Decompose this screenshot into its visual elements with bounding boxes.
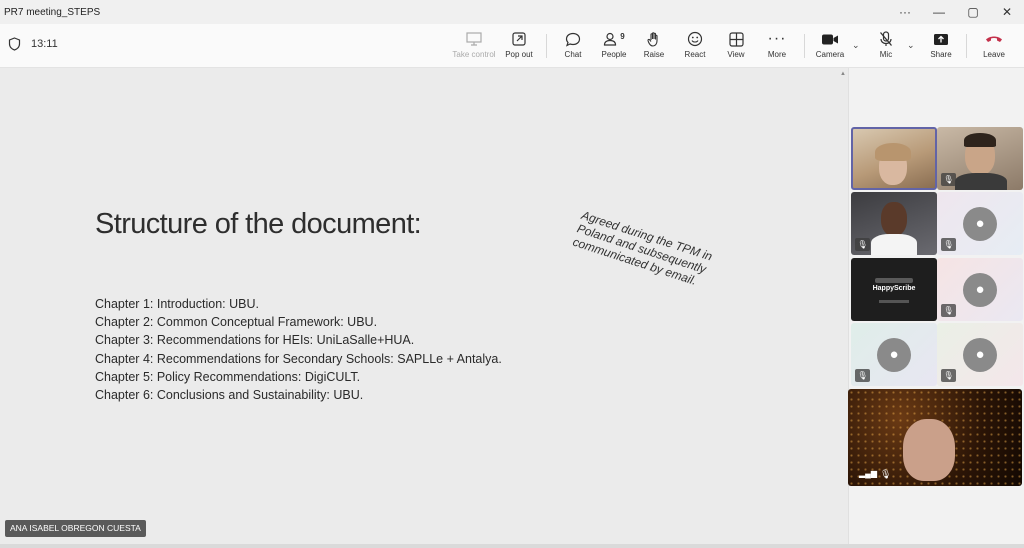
participant-avatar-tile[interactable]: ● 🎙︎ [937,192,1023,255]
camera-icon [821,28,839,50]
scroll-indicator: ▲ [840,71,846,77]
chat-icon [565,28,581,50]
pop-out-button[interactable]: Pop out [502,28,536,66]
raise-hand-button[interactable]: Raise [640,28,668,66]
meeting-toolbar: 13:11 Take control Pop out Chat 9 People… [0,24,1024,68]
shield-icon [8,37,21,51]
people-count: 9 [620,31,625,41]
mic-options-chevron-down-icon[interactable]: ⌄ [907,40,915,51]
window-title: PR7 meeting_STEPS [4,6,101,18]
toolbar-divider [966,34,967,58]
mic-muted-icon: 🎙︎ [880,469,892,479]
participant-avatar-tile[interactable]: ● 🎙︎ [851,323,937,386]
react-button[interactable]: React [680,28,710,66]
list-item: Chapter 4: Recommendations for Secondary… [95,351,502,366]
person-icon: ● [877,337,911,372]
list-item: Chapter 3: Recommendations for HEIs: Uni… [95,333,415,348]
mic-button[interactable]: Mic [872,28,900,66]
mic-muted-icon: 🎙︎ [941,238,956,251]
mic-muted-icon: 🎙︎ [941,304,956,317]
person-icon: ● [963,337,997,372]
mic-muted-icon [879,28,893,50]
participant-face [903,419,955,481]
hang-up-icon [985,28,1003,50]
minimize-button[interactable]: — [922,0,956,24]
window-bottom-edge [0,544,1024,548]
camera-button[interactable]: Camera [814,28,846,66]
participant-avatar-tile[interactable]: ● 🎙︎ [937,258,1023,321]
share-button[interactable]: Share [926,28,956,66]
meeting-timer: 13:11 [31,38,58,50]
chapter-list: Chapter 1: Introduction: UBU. Chapter 2:… [95,295,502,404]
list-item: Chapter 5: Policy Recommendations: DigiC… [95,369,361,384]
toolbar-divider [804,34,805,58]
slide-title: Structure of the document: [95,208,422,240]
slide-note: Agreed during the TPM in Poland and subs… [571,208,715,288]
view-button[interactable]: View [722,28,750,66]
window-controls: ··· — ▢ ✕ [888,0,1024,24]
leave-button[interactable]: Leave [978,28,1010,66]
grid-view-icon [728,28,744,50]
more-options-icon[interactable]: ··· [888,0,922,24]
participant-video-tile[interactable]: 🎙︎ [937,127,1023,190]
toolbar-divider [546,34,547,58]
signal-bars-icon: ▂▄▆ [859,469,877,478]
share-screen-icon [933,28,949,50]
participant-video-tile[interactable]: 🎙︎ [851,192,937,255]
participant-video-tile[interactable] [851,127,937,190]
chat-button[interactable]: Chat [558,28,588,66]
people-button[interactable]: 9 People [598,28,630,66]
hand-icon [647,28,661,50]
people-icon: 9 [603,28,625,50]
smiley-icon [687,28,703,50]
maximize-button[interactable]: ▢ [956,0,990,24]
mic-muted-icon: 🎙︎ [941,369,956,382]
meeting-info: 13:11 [8,37,58,51]
camera-options-chevron-down-icon[interactable]: ⌄ [852,40,860,51]
take-control-button[interactable]: Take control [452,28,496,66]
person-icon: ● [963,206,997,241]
ellipsis-icon: ··· [767,30,787,47]
mic-muted-icon: 🎙︎ [855,369,870,382]
list-item: Chapter 1: Introduction: UBU. [95,297,259,311]
participant-video-large[interactable]: ▂▄▆ 🎙︎ [848,389,1022,486]
list-item: Chapter 6: Conclusions and Sustainabilit… [95,388,364,403]
shared-screen: ▲ Structure of the document: Chapter 1: … [0,68,848,544]
presenter-name-tag: ANA ISABEL OBREGON CUESTA [5,520,146,537]
close-button[interactable]: ✕ [990,0,1024,24]
pop-out-icon [512,28,526,50]
person-icon: ● [963,272,997,307]
participant-app-tile[interactable]: HappyScribe [851,258,937,321]
participant-avatar-tile[interactable]: ● 🎙︎ [937,323,1023,386]
take-control-icon [466,28,482,50]
title-bar: PR7 meeting_STEPS ··· — ▢ ✕ [0,0,1024,24]
mic-muted-icon: 🎙︎ [855,238,870,251]
mic-muted-icon: 🎙︎ [941,173,956,186]
happyscribe-logo: HappyScribe [872,285,916,292]
list-item: Chapter 2: Common Conceptual Framework: … [95,315,378,330]
more-button[interactable]: ··· More [762,28,792,66]
